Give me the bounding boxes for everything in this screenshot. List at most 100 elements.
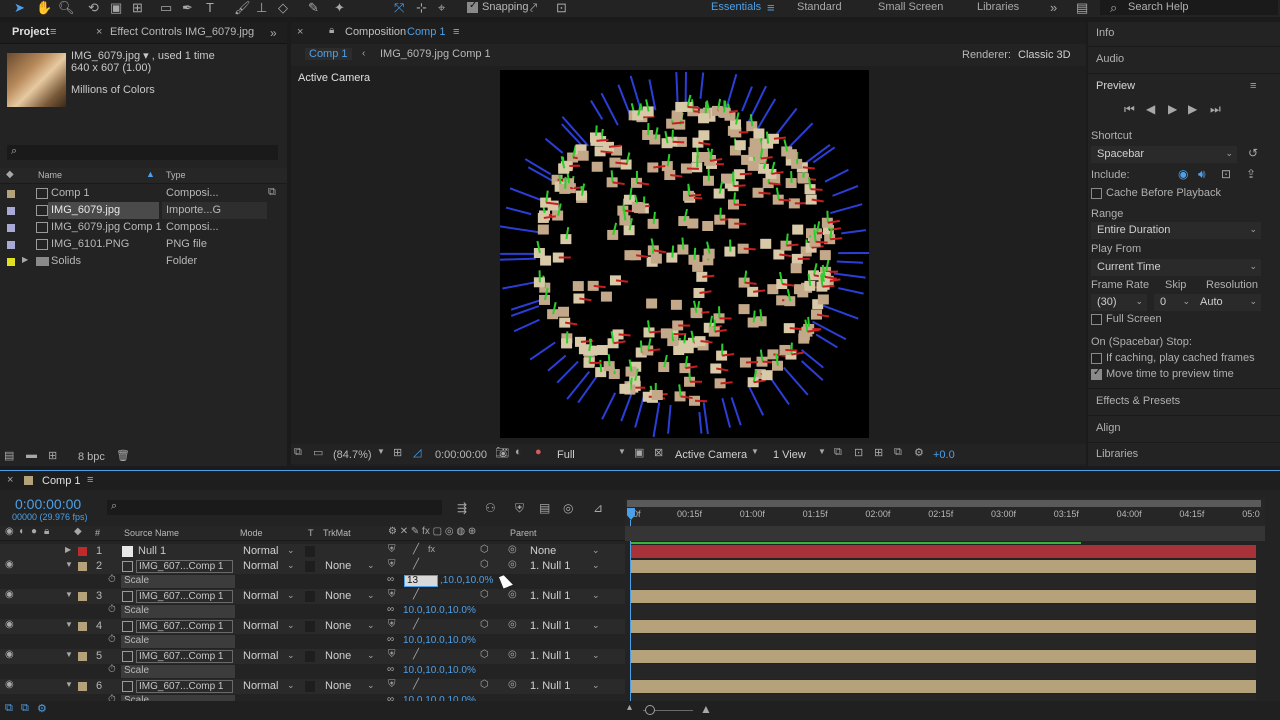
overflow-tabs-icon[interactable]: »	[270, 26, 277, 40]
breadcrumb-nested[interactable]: IMG_6079.jpg Comp 1	[380, 48, 491, 60]
tab-project[interactable]: Project	[12, 26, 49, 38]
timeline-search-input[interactable]: ⌕	[107, 500, 442, 515]
eye-icon[interactable]: ◉	[5, 619, 14, 630]
view-layout-select[interactable]: 1 View	[773, 449, 806, 461]
viewer-tab-comp[interactable]: Comp 1	[407, 26, 446, 38]
workspace-menu-icon[interactable]: ≡	[767, 0, 775, 15]
chevron-down-icon[interactable]: ⌄	[367, 620, 375, 631]
scale-value[interactable]: 10.0,10.0,10.0%	[403, 635, 476, 646]
3d-layer-switch-icon[interactable]: ⬡	[480, 649, 489, 660]
pick-whip-icon[interactable]: ◎	[508, 559, 517, 570]
layer-duration-bar[interactable]	[631, 650, 1256, 663]
layer-parent[interactable]: 1. Null 1	[530, 620, 570, 632]
layer-parent[interactable]: 1. Null 1	[530, 680, 570, 692]
layer-name[interactable]: IMG_607...Comp 1	[136, 680, 233, 693]
layer-name[interactable]: IMG_607...Comp 1	[136, 650, 233, 663]
play-from-select[interactable]: Current Time ⌄	[1091, 259, 1261, 276]
twirl-arrow-icon[interactable]: ▼	[65, 650, 73, 659]
flowchart-icon[interactable]: ⧉	[894, 446, 902, 459]
shy-switch-icon[interactable]: ⛨	[388, 679, 396, 690]
previous-frame-icon[interactable]: ◀︎	[1146, 102, 1155, 116]
zoom-out-icon[interactable]: ▴	[627, 702, 632, 713]
new-folder-icon[interactable]: ▬	[26, 449, 37, 461]
scale-property-row[interactable]: ⏱︎ Scale ∞ 10.0,10.0,10.0%	[0, 604, 625, 619]
layer-row[interactable]: ◉ ▼ 6 IMG_607...Comp 1 Normal ⌄ None ⌄ ⛨…	[0, 679, 625, 694]
panel-menu-icon[interactable]: ≡	[453, 26, 459, 38]
chevron-down-icon[interactable]: ⌄	[367, 560, 375, 571]
scale-property-row[interactable]: ⏱︎ Scale ∞ 13 ,10.0,10.0%	[0, 573, 625, 589]
align-header[interactable]: Align	[1096, 422, 1120, 434]
timeline-tab[interactable]: Comp 1	[42, 475, 81, 487]
shy-layers-icon[interactable]: ⛨	[515, 501, 524, 516]
twirl-arrow-icon[interactable]: ▶	[65, 545, 71, 554]
snapshot-icon[interactable]: 📷︎	[495, 446, 509, 459]
breadcrumb-comp[interactable]: Comp 1	[305, 48, 352, 60]
bit-depth[interactable]: 8 bpc	[78, 451, 105, 463]
project-item-solids[interactable]: ▶ Solids Folder	[0, 253, 287, 270]
chevron-down-icon[interactable]: ▼	[618, 447, 626, 456]
chevron-down-icon[interactable]: ⌄	[592, 590, 600, 601]
new-composition-icon[interactable]: ⊞	[48, 449, 57, 462]
search-panel-icon[interactable]: ▤	[1076, 0, 1088, 15]
external-monitor-icon[interactable]: ⇪	[1246, 167, 1256, 181]
scale-value[interactable]: 10.0,10.0,10.0%	[403, 605, 476, 616]
layer-name[interactable]: IMG_607...Comp 1	[136, 560, 233, 573]
project-item-comp-1[interactable]: Comp 1 Composi... ⧉	[0, 185, 287, 202]
zoom-level[interactable]: (84.7%)	[333, 449, 372, 461]
eye-icon[interactable]: ◉	[5, 679, 14, 690]
roto-brush-tool-icon[interactable]: ✎	[308, 0, 319, 15]
layer-mode[interactable]: Normal	[243, 545, 278, 557]
pick-whip-icon[interactable]: ◎	[508, 544, 517, 555]
viewer-tab-label[interactable]: Composition	[345, 26, 406, 38]
camera-select[interactable]: Active Camera	[675, 449, 747, 461]
chevron-down-icon[interactable]: ⌄	[592, 650, 600, 661]
time-ruler[interactable]: 0f 00:15f 01:00f 01:15f 02:00f 02:15f 03:00f 03…	[625, 498, 1265, 528]
layer-trkmat[interactable]: None	[325, 650, 351, 662]
quality-switch-icon[interactable]: ╱	[413, 559, 419, 570]
draft-3d-icon[interactable]: ⚇	[485, 501, 496, 515]
scale-edit-value[interactable]: 13	[407, 575, 418, 586]
monitor-icon[interactable]: ▭	[313, 446, 323, 459]
layer-parent[interactable]: 1. Null 1	[530, 650, 570, 662]
info-panel-header[interactable]: Info	[1096, 27, 1114, 39]
project-item-img6079-comp[interactable]: IMG_6079.jpg Comp 1 Composi...	[0, 219, 287, 236]
move-time-checkbox[interactable]	[1091, 367, 1102, 380]
range-select[interactable]: Entire Duration ⌄	[1091, 222, 1261, 239]
workspace-standard[interactable]: Standard	[797, 1, 842, 13]
eraser-tool-icon[interactable]: ◇	[278, 0, 288, 15]
eye-icon[interactable]: ◉	[5, 559, 14, 570]
stopwatch-icon[interactable]: ⏱︎	[108, 664, 116, 675]
chevron-down-icon[interactable]: ⌄	[592, 680, 600, 691]
skip-select[interactable]: 0 ⌄	[1154, 294, 1194, 311]
graph-editor-icon[interactable]: ⊿	[593, 501, 603, 515]
effects-presets-header[interactable]: Effects & Presets	[1096, 395, 1180, 407]
in-out-toggle-icon[interactable]: ⚙︎	[37, 702, 47, 715]
layer-mode[interactable]: Normal	[243, 620, 278, 632]
search-help-field[interactable]: ⌕ Search Help	[1100, 0, 1278, 15]
tab-effect-controls[interactable]: Effect Controls IMG_6079.jpg	[110, 26, 254, 38]
layer-trkmat[interactable]: None	[325, 680, 351, 692]
shy-switch-icon[interactable]: ⛨	[388, 544, 396, 555]
chevron-down-icon[interactable]: ⌄	[367, 590, 375, 601]
pick-whip-icon[interactable]: ◎	[508, 619, 517, 630]
viewer-timecode[interactable]: 0:00:00:00	[435, 449, 487, 461]
eye-icon[interactable]: ◉	[5, 589, 14, 600]
title-safe-icon[interactable]: ⊞	[393, 446, 402, 459]
layer-row[interactable]: ◉ ▼ 4 IMG_607...Comp 1 Normal ⌄ None ⌄ ⛨…	[0, 619, 625, 634]
trash-icon[interactable]: 🗑︎	[116, 449, 130, 462]
layer-mode[interactable]: Normal	[243, 590, 278, 602]
pick-whip-icon[interactable]: ◎	[508, 679, 517, 690]
chevron-down-icon[interactable]: ▼	[818, 447, 826, 456]
axis-mode-local-icon[interactable]: ⤧	[394, 0, 404, 15]
twirl-arrow-icon[interactable]: ▼	[65, 560, 73, 569]
layer-mode[interactable]: Normal	[243, 680, 278, 692]
preview-panel-header[interactable]: Preview	[1096, 80, 1135, 92]
shy-switch-icon[interactable]: ⛨	[388, 589, 396, 600]
layer-trkmat[interactable]: None	[325, 620, 351, 632]
zoom-tool-icon[interactable]: 🔍︎	[58, 0, 75, 15]
reset-exposure-icon[interactable]: ⚙︎	[914, 446, 924, 459]
3d-layer-switch-icon[interactable]: ⬡	[480, 679, 489, 690]
brush-tool-icon[interactable]: 🖌︎	[234, 0, 251, 15]
layer-row[interactable]: ◉ ▼ 3 IMG_607...Comp 1 Normal ⌄ None ⌄ ⛨…	[0, 589, 625, 604]
first-frame-icon[interactable]: ⏮︎	[1124, 102, 1135, 117]
